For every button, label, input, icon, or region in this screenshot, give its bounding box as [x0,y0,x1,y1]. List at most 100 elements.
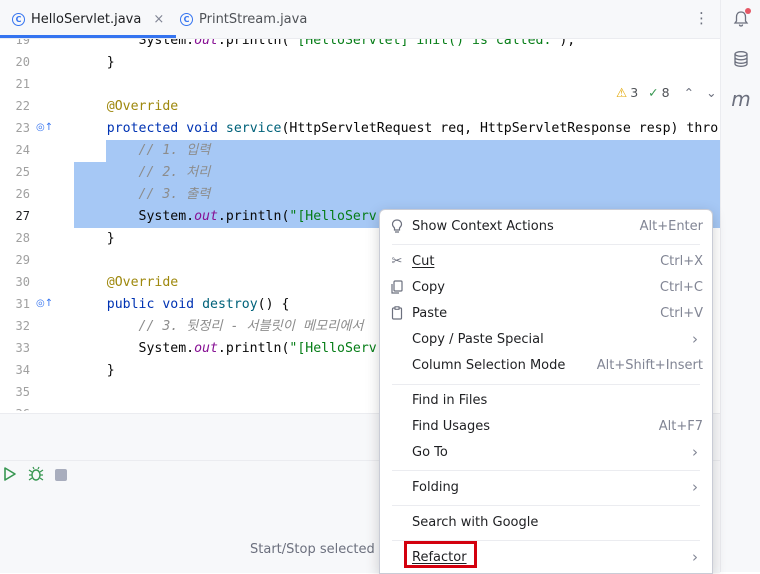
menu-item-find-usages[interactable]: Find Usages Alt+F7 [384,414,708,440]
paste-icon [390,306,404,322]
menu-item-folding[interactable]: Folding › [384,475,708,501]
warning-icon: ⚠ [616,85,628,100]
tab-label: HelloServlet.java [31,11,142,27]
stop-icon[interactable] [55,469,67,481]
code-line: } [75,363,115,378]
code-line: public void destroy() { [106,297,290,312]
code-line: // 1. 입력 [138,143,211,158]
chevron-right-icon: › [692,478,698,496]
code-line: @Override [106,275,179,290]
editor-tab-bar: C HelloServlet.java × C PrintStream.java… [0,0,720,39]
tab-hello-servlet[interactable]: C HelloServlet.java × [0,0,177,38]
menu-item-paste[interactable]: Paste Ctrl+V [384,301,708,327]
menu-item-label: Show Context Actions [412,219,554,234]
scissors-icon: ✂ [391,254,403,269]
maven-icon[interactable]: m [730,87,752,111]
menu-item-label: Copy / Paste Special [412,332,544,347]
close-icon[interactable]: × [153,12,164,27]
right-tool-strip: m [720,0,760,572]
run-panel-status: Start/Stop selected c [250,542,386,557]
menu-separator [392,505,700,506]
line-number: 20 [15,55,30,69]
menu-item-cut[interactable]: ✂ Cut Ctrl+X [384,249,708,275]
menu-item-shortcut: Alt+Shift+Insert [596,358,703,373]
copy-icon [390,280,404,296]
override-gutter-icon[interactable]: ◎↑ [36,298,53,309]
tab-label: PrintStream.java [199,11,308,27]
chevron-right-icon: › [692,548,698,566]
line-number: 35 [15,385,30,399]
more-tabs-icon[interactable]: ⋮ [694,9,709,27]
menu-separator [392,244,700,245]
database-icon[interactable] [730,48,752,70]
line-number: 19 [15,39,30,47]
code-line: System.out.println("[HelloServ [75,209,377,224]
code-line: } [75,231,115,246]
debug-icon[interactable] [28,466,44,486]
menu-item-search-with-google[interactable]: Search with Google [384,510,708,536]
menu-item-label: Find Usages [412,419,491,434]
run-icon[interactable] [3,466,17,486]
line-number-gutter: 19 20 21 22 23 ◎↑ 24 25 26 27 28 29 30 31 ◎↑ 32 33 34 35 36 [0,39,74,411]
line-number: 29 [15,253,30,267]
line-number: 26 [15,187,30,201]
menu-item-column-selection-mode[interactable]: Column Selection Mode Alt+Shift+Insert [384,353,708,379]
code-line: // 3. 출력 [138,187,211,202]
menu-item-copy-paste-special[interactable]: Copy / Paste Special › [384,327,708,353]
code-line: System.out.println("[HelloServlet] init(… [75,39,576,48]
menu-separator [392,470,700,471]
line-number: 31 [15,297,30,311]
menu-item-shortcut: Alt+F7 [658,419,703,434]
menu-item-find-in-files[interactable]: Find in Files [384,388,708,414]
line-number: 33 [15,341,30,355]
navigate-arrows-icon[interactable]: ⌃⌄ [684,85,720,100]
menu-item-label: Go To [412,445,448,460]
editor-context-menu: Show Context Actions Alt+Enter ✂ Cut Ctr… [379,209,713,574]
menu-item-shortcut: Ctrl+C [659,280,703,295]
code-line: } [75,55,115,70]
line-number: 36 [0,407,30,411]
menu-item-label: Paste [412,306,448,321]
inspection-widget[interactable]: ⚠ 3 ✓ 8 ⌃⌄ [616,85,720,100]
warning-count: 3 [630,85,639,100]
override-gutter-icon[interactable]: ◎↑ [36,122,53,133]
menu-item-go-to[interactable]: Go To › [384,440,708,466]
code-line: @Override [106,99,179,114]
chevron-right-icon: › [692,330,698,348]
class-icon: C [12,12,25,26]
menu-separator [392,384,700,385]
code-line: System.out.println("[HelloServ [75,341,377,356]
menu-item-shortcut: Alt+Enter [639,219,703,234]
menu-item-shortcut: Ctrl+X [660,254,703,269]
menu-item-show-context-actions[interactable]: Show Context Actions Alt+Enter [384,214,708,240]
highlight-box [404,541,477,568]
line-number: 24 [15,143,30,157]
menu-item-label: Find in Files [412,393,488,408]
menu-item-copy[interactable]: Copy Ctrl+C [384,275,708,301]
line-number: 34 [15,363,30,377]
check-icon: ✓ [648,85,659,100]
menu-item-label: Cut [412,254,435,269]
code-line: // 2. 처리 [138,165,211,180]
line-number: 28 [15,231,30,245]
menu-item-label: Copy [412,280,445,295]
bulb-icon [390,219,404,235]
line-number: 21 [15,77,30,91]
line-number: 23 [15,121,30,135]
line-number: 32 [15,319,30,333]
chevron-right-icon: › [692,443,698,461]
line-number: 30 [15,275,30,289]
line-number: 22 [15,99,30,113]
line-number: 27 [15,209,30,223]
class-icon: C [180,12,193,26]
line-number: 25 [15,165,30,179]
tab-print-stream[interactable]: C PrintStream.java [180,0,307,38]
menu-item-label: Search with Google [412,515,539,530]
menu-item-label: Column Selection Mode [412,358,566,373]
passed-count: 8 [661,85,670,100]
menu-item-label: Folding [412,480,459,495]
menu-item-shortcut: Ctrl+V [660,306,703,321]
code-line: protected void service(HttpServletReques… [106,121,719,136]
notification-badge [745,8,751,14]
code-line: // 3. 뒷정리 - 서블릿이 메모리에서 [138,319,364,334]
